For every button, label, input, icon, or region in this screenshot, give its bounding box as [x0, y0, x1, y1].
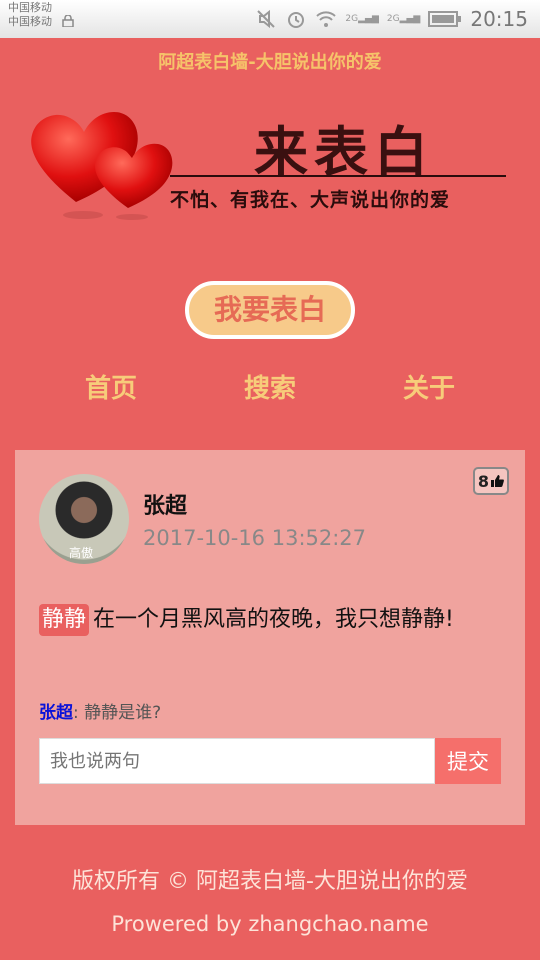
logo-divider	[170, 175, 506, 177]
confess-button[interactable]: 我要表白	[185, 281, 355, 339]
avatar-caption: 高傲	[69, 546, 94, 560]
carrier-2: 中国移动	[8, 15, 52, 28]
post-text: 在一个月黑风高的夜晚，我只想静静!	[93, 607, 454, 632]
comment-text: 静静是谁?	[84, 703, 162, 723]
site-title: 阿超表白墙-大胆说出你的爱	[158, 52, 382, 73]
net-type-2: 2G	[386, 14, 400, 24]
signal-1-icon: 2G▂▄▆	[345, 14, 379, 24]
comment-item: 张超: 静静是谁?	[39, 698, 161, 723]
clock: 20:15	[470, 7, 528, 31]
carrier-labels: 中国移动 中国移动	[8, 1, 52, 29]
avatar[interactable]: 高傲	[39, 474, 129, 564]
footer-copyright: 版权所有 © 阿超表白墙-大胆说出你的爱	[72, 869, 468, 894]
net-type-1: 2G	[345, 14, 359, 24]
submit-button[interactable]: 提交	[435, 738, 501, 784]
alarm-icon	[288, 12, 305, 28]
like-button[interactable]: 8	[473, 467, 509, 495]
wifi-icon	[316, 11, 337, 27]
like-count: 8	[477, 471, 490, 491]
nav-about[interactable]: 关于	[379, 368, 479, 405]
post-timestamp: 2017-10-16 13:52:27	[143, 526, 367, 550]
post-message: 静静 在一个月黑风高的夜晚，我只想静静!	[39, 600, 479, 640]
thumbs-up-icon	[491, 475, 504, 487]
footer-powered: Prowered by zhangchao.name	[111, 912, 429, 936]
comment-input[interactable]	[39, 738, 435, 784]
nav-home[interactable]: 首页	[61, 368, 161, 405]
post-card: 高傲 张超 2017-10-16 13:52:27 8 静静 在一个月黑风高的夜晚…	[15, 450, 525, 825]
comment-author[interactable]: 张超	[39, 703, 73, 723]
logo-subtitle: 不怕、有我在、大声说出你的爱	[170, 189, 451, 211]
target-badge: 静静	[39, 604, 90, 636]
status-icons: 2G▂▄▆ 2G▂▄▆ 20:15	[255, 7, 528, 31]
comment-sep: :	[73, 703, 79, 723]
main-nav: 首页 搜索 关于	[0, 368, 540, 408]
nav-search[interactable]: 搜索	[220, 368, 320, 405]
lock-icon	[62, 15, 74, 27]
mute-icon	[257, 9, 276, 29]
signal-2-icon: 2G▂▄▆	[386, 14, 421, 24]
carrier-1: 中国移动	[8, 1, 52, 14]
status-bar: 中国移动 中国移动 2G▂▄▆ 2G▂▄▆ 20:15	[0, 0, 540, 38]
post-author[interactable]: 张超	[143, 488, 187, 520]
battery-icon	[428, 11, 462, 27]
